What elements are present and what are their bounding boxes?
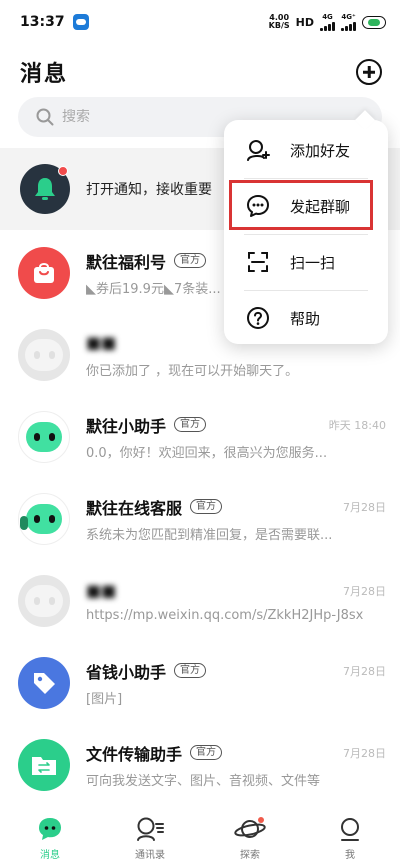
page-title: 消息 [20,62,69,87]
customer-service-icon [20,504,62,534]
conversation-time: 7月28日 [343,746,386,760]
default-avatar-icon [25,339,63,371]
official-badge: 官方 [174,253,207,268]
menu-item-scan[interactable]: 扫一扫 [224,236,388,288]
add-friend-icon [247,140,270,161]
signal-icon [320,21,335,31]
hd-indicator: HD [295,15,314,29]
bell-icon [35,178,55,200]
app-notification-icon [72,14,89,30]
assistant-icon [26,422,62,452]
gift-icon [34,263,54,283]
conversation-preview: 系统未为您匹配到精准回复，是否需要联... [86,527,333,543]
conversation-time: 昨天 18:40 [328,418,386,432]
conversation-name: 文件传输助手 [86,744,183,764]
conversation-row[interactable]: 省钱小助手 官方 7月28日 [图片] [0,642,400,724]
status-indicators: 4.00 KB/S HD 4G 4G⁺ [268,13,386,31]
conversation-name: ■■ [86,581,117,600]
official-badge: 官方 [174,417,207,432]
conversation-name: 默往在线客服 [86,498,183,518]
conversation-preview: 0.0，你好！欢迎回来，很高兴为您服务... [86,445,328,461]
menu-item-add-friend[interactable]: 添加好友 [224,124,388,176]
conversation-preview: 可向我发送文字、图片、音视频、文件等 [86,773,321,789]
menu-item-help[interactable]: 帮助 [224,292,388,344]
messages-icon [39,818,61,840]
battery-icon [362,15,386,29]
conversation-preview: https://mp.weixin.qq.com/s/ZkkH2JHp-J8sx [86,607,364,623]
conversation-time: 7月28日 [343,500,386,514]
conversation-row[interactable]: 默往在线客服 官方 7月28日 系统未为您匹配到精准回复，是否需要联... [0,478,400,560]
status-time: 13:37 [20,14,65,30]
file-transfer-icon [32,757,56,775]
avatar [18,657,70,709]
add-plus-button[interactable] [356,59,382,85]
official-badge: 官方 [174,663,207,678]
tab-messages[interactable]: 消息 [0,812,100,867]
notification-text: 打开通知，接收重要 [86,182,212,198]
official-badge: 官方 [190,745,223,760]
avatar [18,493,70,545]
help-icon [247,307,269,329]
scan-icon [248,252,268,272]
avatar [18,575,70,627]
network-speed: 4.00 KB/S [268,13,290,30]
conversation-time: 7月28日 [343,584,386,598]
default-avatar-icon [25,585,63,617]
highlight-box [229,180,373,230]
avatar [18,411,70,463]
tab-contacts[interactable]: 通讯录 [100,812,200,867]
conversation-name: 默往福利号 [86,252,167,272]
tag-icon [34,673,55,694]
conversation-row[interactable]: ■■ 7月28日 https://mp.weixin.qq.com/s/ZkkH… [0,560,400,642]
avatar [18,247,70,299]
plus-popup-menu: 添加好友 发起群聊 扫一扫 帮助 [224,120,388,344]
signal-1: 4G [320,13,335,31]
profile-icon [341,818,359,841]
official-badge: 官方 [190,499,223,514]
bottom-nav: 消息 通讯录 探索 我 [0,812,400,867]
signal-icon [341,21,356,31]
conversation-name: 省钱小助手 [86,662,167,682]
search-icon [36,108,54,126]
menu-divider [244,178,368,179]
header: 消息 [0,52,400,92]
menu-divider [244,234,368,235]
conversation-name: ■■ [86,333,117,352]
conversation-time: 7月28日 [343,664,386,678]
conversation-preview: [图片] [86,691,123,707]
conversation-name: 默往小助手 [86,416,167,436]
conversation-row[interactable]: 文件传输助手 官方 7月28日 可向我发送文字、图片、音视频、文件等 [0,724,400,806]
explore-planet-icon [234,817,266,838]
contacts-icon [137,817,164,841]
bell-avatar [20,164,70,214]
menu-divider [244,290,368,291]
status-bar: 13:37 4.00 KB/S HD 4G 4G⁺ [0,0,400,44]
tab-me[interactable]: 我 [300,812,400,867]
conversation-row[interactable]: 默往小助手 官方 昨天 18:40 0.0，你好！欢迎回来，很高兴为您服务... [0,396,400,478]
conversation-preview: 你已添加了 ，现在可以开始聊天了。 [86,363,299,379]
signal-2: 4G⁺ [341,13,356,31]
unread-dot [58,166,68,176]
avatar [18,329,70,381]
tab-explore[interactable]: 探索 [200,812,300,867]
avatar [18,739,70,791]
